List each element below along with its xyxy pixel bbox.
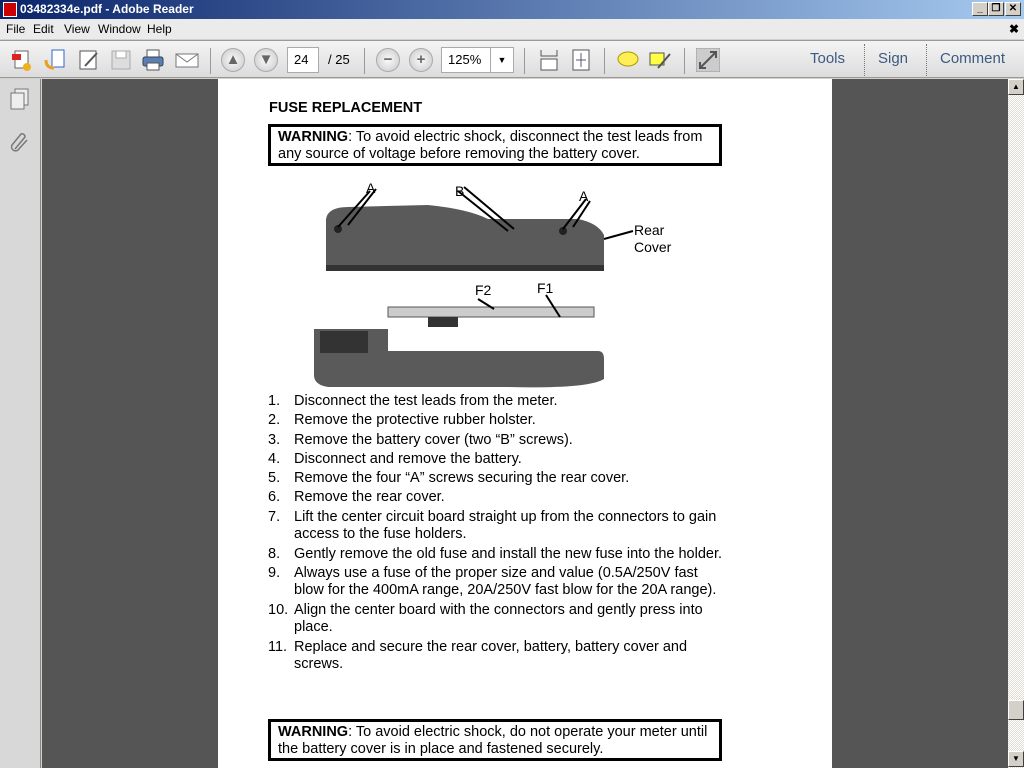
save-icon[interactable] <box>109 48 133 72</box>
tools-pane-button[interactable]: Tools <box>810 50 845 67</box>
print-icon[interactable] <box>141 48 165 72</box>
label-f2: F2 <box>475 282 492 298</box>
list-item: 1. Disconnect the test leads from the met… <box>268 393 558 409</box>
adobe-reader-icon <box>3 2 17 17</box>
page-number-input[interactable]: 24 <box>287 47 319 73</box>
list-item: 11. Replace and secure the rear cover, ba… <box>268 638 688 673</box>
highlight-text-icon[interactable] <box>648 48 672 72</box>
window-title: 03482334e.pdf - Adobe Reader <box>20 2 194 16</box>
attachments-icon[interactable] <box>9 131 31 153</box>
list-item: 2. Remove the protective rubber holster. <box>268 412 536 429</box>
list-item: 5. Remove the four “A” screws securing th… <box>268 470 630 487</box>
zoom-in-button[interactable]: + <box>409 48 433 72</box>
menu-edit[interactable]: Edit <box>33 19 54 39</box>
warning-label: WARNING <box>278 129 349 145</box>
close-document-icon[interactable]: ✖ <box>1009 19 1019 39</box>
list-item: 9. Always use a fuse of the proper size a… <box>268 564 717 599</box>
scroll-thumb[interactable] <box>1008 700 1024 720</box>
menu-window[interactable]: Window <box>98 19 141 39</box>
full-screen-icon[interactable] <box>696 48 720 72</box>
warning-label: WARNING <box>278 724 349 740</box>
email-icon[interactable] <box>175 48 199 72</box>
warning-box-bottom: WARNING: To avoid electric shock, do not… <box>268 719 722 761</box>
label-cover: Cover <box>634 239 672 255</box>
list-item: 7. Lift the center circuit board straight… <box>268 508 717 543</box>
document-view: FUSE REPLACEMENT WARNING: To avoid elect… <box>42 79 1008 768</box>
scroll-down-button[interactable]: ▼ <box>1008 751 1024 767</box>
close-button[interactable]: ✕ <box>1005 2 1021 16</box>
label-f1: F1 <box>537 280 554 296</box>
label-b: B <box>455 183 464 199</box>
list-item: 3. Remove the battery cover (two “B” scre… <box>268 431 573 448</box>
title-bar: 03482334e.pdf - Adobe Reader _ ❐ ✕ <box>0 0 1024 19</box>
instruction-list: 1. Disconnect the test leads from the met… <box>268 393 728 675</box>
label-a-left: A <box>366 180 376 196</box>
page-thumbnails-icon[interactable] <box>9 88 31 110</box>
toolbar: ▲ ▼ 24 / 25 − + 125% ▼ Tools Sign Commen… <box>0 40 1024 78</box>
sticky-note-icon[interactable] <box>616 48 640 72</box>
zoom-out-button[interactable]: − <box>376 48 400 72</box>
previous-page-button[interactable]: ▲ <box>221 48 245 72</box>
label-rear: Rear <box>634 222 665 238</box>
vertical-scrollbar[interactable]: ▲ ▼ <box>1008 79 1024 768</box>
menu-help[interactable]: Help <box>147 19 172 39</box>
list-item: 6. Remove the rear cover. <box>268 489 445 506</box>
navigation-pane <box>0 79 41 768</box>
section-heading: FUSE REPLACEMENT <box>269 100 423 116</box>
fit-page-icon[interactable] <box>569 48 593 72</box>
minimize-button[interactable]: _ <box>972 2 988 16</box>
menu-bar: File Edit View Window Help ✖ <box>0 19 1024 39</box>
combine-files-icon[interactable] <box>43 48 67 72</box>
zoom-dropdown-button[interactable]: ▼ <box>490 47 514 73</box>
scroll-up-button[interactable]: ▲ <box>1008 79 1024 95</box>
page-total: / 25 <box>328 52 350 67</box>
edit-document-icon[interactable] <box>77 48 101 72</box>
restore-button[interactable]: ❐ <box>988 2 1004 16</box>
label-a-right: A <box>579 188 589 204</box>
create-pdf-icon[interactable] <box>10 48 34 72</box>
list-item: 8. Gently remove the old fuse and install… <box>268 545 723 562</box>
zoom-level-input[interactable]: 125% <box>441 47 491 73</box>
warning-box: WARNING: To avoid electric shock, discon… <box>268 124 722 166</box>
sign-pane-button[interactable]: Sign <box>878 50 908 67</box>
list-item: 4. Disconnect and remove the battery. <box>268 450 522 467</box>
pdf-page: FUSE REPLACEMENT WARNING: To avoid elect… <box>218 79 832 768</box>
meter-diagram: A B A Rear Cover F2 F1 <box>314 180 672 388</box>
comment-pane-button[interactable]: Comment <box>940 50 1005 67</box>
fit-width-icon[interactable] <box>537 48 561 72</box>
next-page-button[interactable]: ▼ <box>254 48 278 72</box>
menu-file[interactable]: File <box>6 19 25 39</box>
menu-view[interactable]: View <box>64 19 90 39</box>
list-item: 10. Align the center board with the conne… <box>268 601 703 636</box>
